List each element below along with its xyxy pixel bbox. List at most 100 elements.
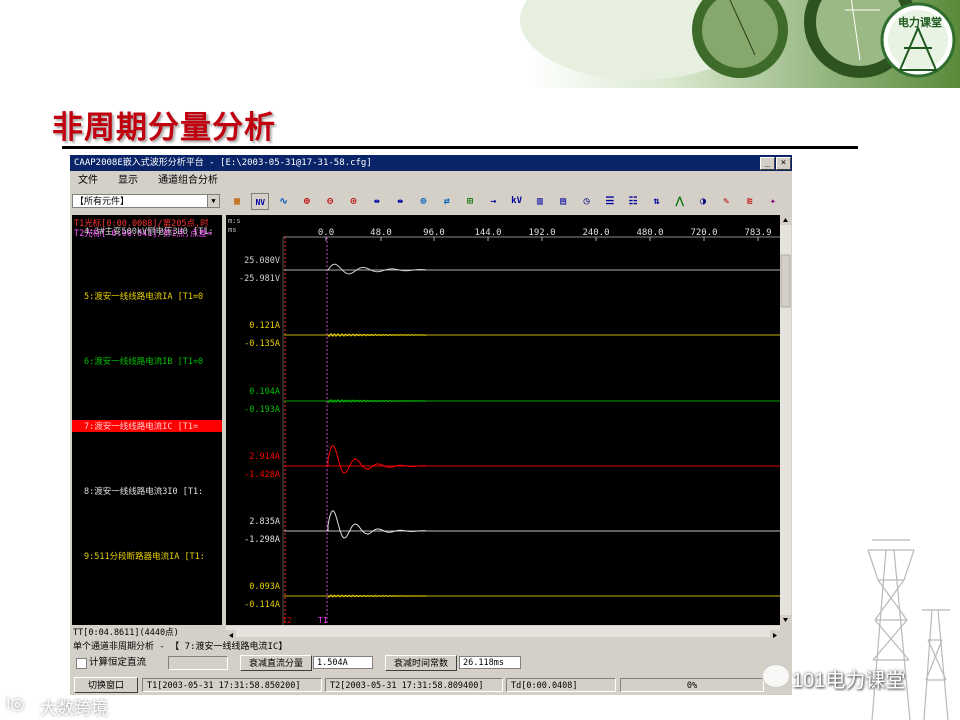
td-readout: Td[0:00.0408]: [506, 678, 616, 692]
analysis-header: 单个通道非周期分析 - 【 7:渡安一线线路电流IC】: [73, 642, 288, 652]
close-button[interactable]: ×: [776, 157, 791, 170]
harmonic-icon[interactable]: ▤: [554, 193, 572, 210]
dc-checkbox[interactable]: [76, 658, 87, 669]
time-tick-label: 783.9: [744, 228, 771, 238]
channel-label[interactable]: 6:渡安一线线路电流IB [T1=0: [84, 355, 203, 367]
banner-graphic: [0, 0, 960, 88]
channel-waveform: [327, 594, 427, 598]
channel-max-value: 0.121A: [249, 321, 280, 331]
time-unit-label: m:s: [228, 217, 241, 225]
t2-timestamp: T2[2003-05-31 17:31:58.809400]: [325, 678, 503, 692]
pin-icon[interactable]: ✦: [764, 193, 782, 210]
component-select-value: 【所有元件】: [75, 197, 130, 207]
slide-banner: 电力课堂: [0, 0, 960, 88]
list2-icon[interactable]: ☷: [624, 193, 642, 210]
time-tick-label: 144.0: [474, 228, 501, 238]
channel-waveform: [327, 510, 427, 539]
t1-timestamp: T1[2003-05-31 17:31:58.850200]: [142, 678, 322, 692]
channel-min-value: -1.428A: [244, 470, 280, 480]
window-title: CAAP2008E嵌入式波形分析平台 - [E:\2003-05-31@17-3…: [74, 158, 372, 168]
channel-waveform: [327, 398, 427, 404]
logo-text: 电力课堂: [898, 17, 942, 29]
switch-window-label: 切换窗口: [87, 681, 124, 691]
switch-window-button[interactable]: 切换窗口: [74, 677, 138, 693]
time-tick-label: 48.0: [370, 228, 392, 238]
progress-text: 0%: [686, 681, 698, 691]
channel-min-value: -0.135A: [244, 339, 280, 349]
t2-marker-label: T2: [282, 616, 292, 625]
grid-icon[interactable]: ▦: [228, 193, 246, 210]
phasor-icon[interactable]: ⇅: [647, 193, 665, 210]
arrow-icon[interactable]: →: [484, 193, 502, 210]
menu-bar: 文件 显示 通道组合分析: [70, 172, 792, 190]
menu-view[interactable]: 显示: [118, 175, 138, 186]
time-constant-value: 26.118ms: [459, 656, 521, 669]
channel-label[interactable]: 7:渡安一线线路电流IC [T1=: [72, 420, 222, 432]
title-divider: [62, 146, 858, 149]
dc-constant-field[interactable]: [168, 656, 228, 670]
kv-text-icon[interactable]: kV: [508, 193, 526, 210]
horizontal-scrollbar[interactable]: [226, 626, 780, 641]
channel-max-value: 25.080V: [244, 256, 280, 266]
time-tick-label: 240.0: [582, 228, 609, 238]
vector-icon[interactable]: ≋: [741, 193, 759, 210]
time-tick-label: 480.0: [636, 228, 663, 238]
list-icon[interactable]: ☰: [601, 193, 619, 210]
wave-icon[interactable]: ∿: [275, 193, 293, 210]
compress-h-icon[interactable]: ⇼: [391, 193, 409, 210]
channel-waveform: [327, 263, 427, 275]
channel-min-value: -1.298A: [244, 535, 280, 545]
time-tick-label: 192.0: [528, 228, 555, 238]
progress-bar: 0%: [620, 678, 764, 692]
channel-waveform: [327, 445, 427, 474]
channel-label[interactable]: 9:511分段断路器电流IA [T1:: [84, 550, 205, 562]
zoom-out-icon[interactable]: ⊖: [321, 193, 339, 210]
component-select[interactable]: 【所有元件】 ▼: [72, 194, 220, 208]
slide-title: 非周期分量分析: [52, 110, 276, 146]
channel-max-value: 2.914A: [249, 452, 280, 462]
tower-illustration: [867, 539, 950, 720]
dc-component-value: 1.504A: [313, 656, 373, 669]
vertical-scrollbar[interactable]: [780, 215, 791, 625]
dc-checkbox-label: 计算恒定直流: [89, 657, 147, 668]
menu-file[interactable]: 文件: [78, 175, 98, 186]
time-tick-label: 720.0: [690, 228, 717, 238]
minimize-button[interactable]: _: [760, 157, 775, 170]
channel-min-value: -0.193A: [244, 405, 280, 415]
zoom-y-icon[interactable]: ⊚: [414, 193, 432, 210]
spectrum-icon[interactable]: ⋀: [671, 193, 689, 210]
time-unit-label: ms: [228, 226, 236, 234]
kv-icon[interactable]: NV: [251, 193, 270, 210]
waveform-plot[interactable]: m:s ms 0.0 48.0 96.0 144.0 192.0 240.0 480.0 720.…: [226, 215, 780, 625]
brand-watermark: 大数跨境: [40, 699, 108, 718]
t1-marker-label: T1: [318, 616, 328, 625]
app-window: CAAP2008E嵌入式波形分析平台 - [E:\2003-05-31@17-3…: [70, 155, 792, 695]
channel-label[interactable]: 4:3#主变500kV侧电压3U0 [T1:: [84, 225, 214, 237]
zoom-fit-icon[interactable]: ⊙: [345, 193, 363, 210]
cycle-icon[interactable]: ◑: [694, 193, 712, 210]
chevron-down-icon[interactable]: ▼: [207, 195, 219, 207]
zoom-in-icon[interactable]: ⊕: [298, 193, 316, 210]
time-tick-label: 96.0: [423, 228, 445, 238]
waveform-canvas: m:sms 0.0 48.0 96.0 144.0 192.0 240.0 480.0 720.…: [226, 215, 780, 625]
analysis-controls: 计算恒定直流 衰减直流分量 1.504A 衰减时间常数 26.118ms: [70, 655, 792, 671]
swap-icon[interactable]: ⇄: [438, 193, 456, 210]
expand-h-icon[interactable]: ⇹: [368, 193, 386, 210]
channel-label[interactable]: 5:渡安一线线路电流IA [T1=0: [84, 290, 203, 302]
channel-waveform: [327, 332, 427, 338]
dc-component-label: 衰减直流分量: [240, 655, 312, 671]
channel-label-panel: T1光标[0:00.0008]/第205点,时 T2光标[-0:00.041]/…: [72, 215, 222, 625]
status-bar: 切换窗口 T1[2003-05-31 17:31:58.850200] T2[2…: [70, 675, 792, 695]
window-titlebar: CAAP2008E嵌入式波形分析平台 - [E:\2003-05-31@17-3…: [70, 155, 792, 171]
rms-icon[interactable]: ▥: [531, 193, 549, 210]
clock-icon[interactable]: ◷: [578, 193, 596, 210]
pen-icon[interactable]: ✎: [717, 193, 735, 210]
channel-max-value: 0.093A: [249, 582, 280, 592]
brand-logo-icon: I◎: [6, 696, 25, 713]
menu-channel-analysis[interactable]: 通道组合分析: [158, 175, 218, 186]
zoom-box-icon[interactable]: ⊞: [461, 193, 479, 210]
time-constant-label: 衰减时间常数: [385, 655, 457, 671]
time-tick-label: 0.0: [318, 228, 334, 238]
wechat-icon: [762, 664, 790, 688]
channel-label[interactable]: 8:渡安一线线路电流3I0 [T1:: [84, 485, 203, 497]
